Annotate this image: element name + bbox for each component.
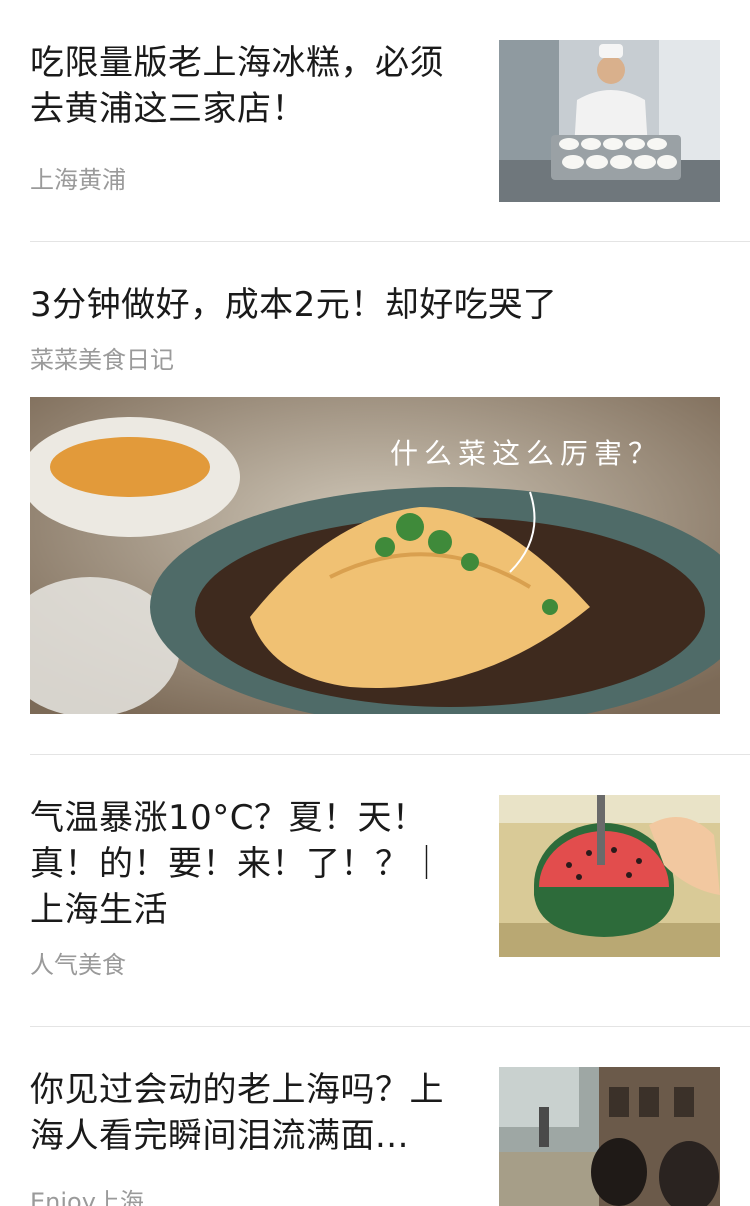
cutting-watermelon-image[interactable] bbox=[499, 795, 720, 957]
article-source: Enjoy上海 bbox=[30, 1188, 144, 1206]
article-title-line: 上海生活 bbox=[30, 890, 168, 930]
article-feed: 吃限量版老上海冰糕，必须 去黄浦这三家店！ 上海黄浦 3分钟做好，成本2元！却好… bbox=[0, 0, 750, 1206]
article-title-line: 气温暴涨10°C？夏！天！ bbox=[30, 798, 427, 838]
cover-caption: 什么菜这么厉害？ bbox=[390, 437, 662, 470]
old-shanghai-street-image[interactable] bbox=[499, 1067, 720, 1206]
article-card[interactable]: 吃限量版老上海冰糕，必须 去黄浦这三家店！ 上海黄浦 bbox=[0, 0, 750, 242]
chef-with-tray-of-ice-cakes-image[interactable] bbox=[499, 40, 720, 202]
article-card[interactable]: 你见过会动的老上海吗？上 海人看完瞬间泪流满面... Enjoy上海 bbox=[0, 1027, 750, 1206]
article-title-line: 去黄浦这三家店！ bbox=[30, 89, 306, 129]
article-title-line: 海人看完瞬间泪流满面... bbox=[30, 1116, 409, 1156]
article-card[interactable]: 3分钟做好，成本2元！却好吃哭了 菜菜美食日记 什么菜这么厉害？ bbox=[0, 242, 750, 754]
article-title-line: 真！的！要！来！了！？｜ bbox=[30, 844, 444, 884]
article-card[interactable]: 气温暴涨10°C？夏！天！ 真！的！要！来！了！？｜ 上海生活 人气美食 bbox=[0, 755, 750, 1026]
article-title-line: 吃限量版老上海冰糕，必须 bbox=[30, 43, 444, 83]
article-source: 菜菜美食日记 bbox=[30, 346, 174, 374]
article-source: 人气美食 bbox=[30, 951, 126, 979]
article-source: 上海黄浦 bbox=[30, 166, 126, 194]
article-title[interactable]: 你见过会动的老上海吗？上 海人看完瞬间泪流满面... bbox=[30, 1067, 444, 1159]
article-title-line: 你见过会动的老上海吗？上 bbox=[30, 1070, 444, 1110]
article-title[interactable]: 吃限量版老上海冰糕，必须 去黄浦这三家店！ bbox=[30, 40, 444, 132]
jelly-dish-with-cilantro-image[interactable]: 什么菜这么厉害？ bbox=[30, 397, 720, 714]
article-title[interactable]: 3分钟做好，成本2元！却好吃哭了 bbox=[30, 282, 557, 328]
article-title[interactable]: 气温暴涨10°C？夏！天！ 真！的！要！来！了！？｜ 上海生活 bbox=[30, 795, 444, 933]
